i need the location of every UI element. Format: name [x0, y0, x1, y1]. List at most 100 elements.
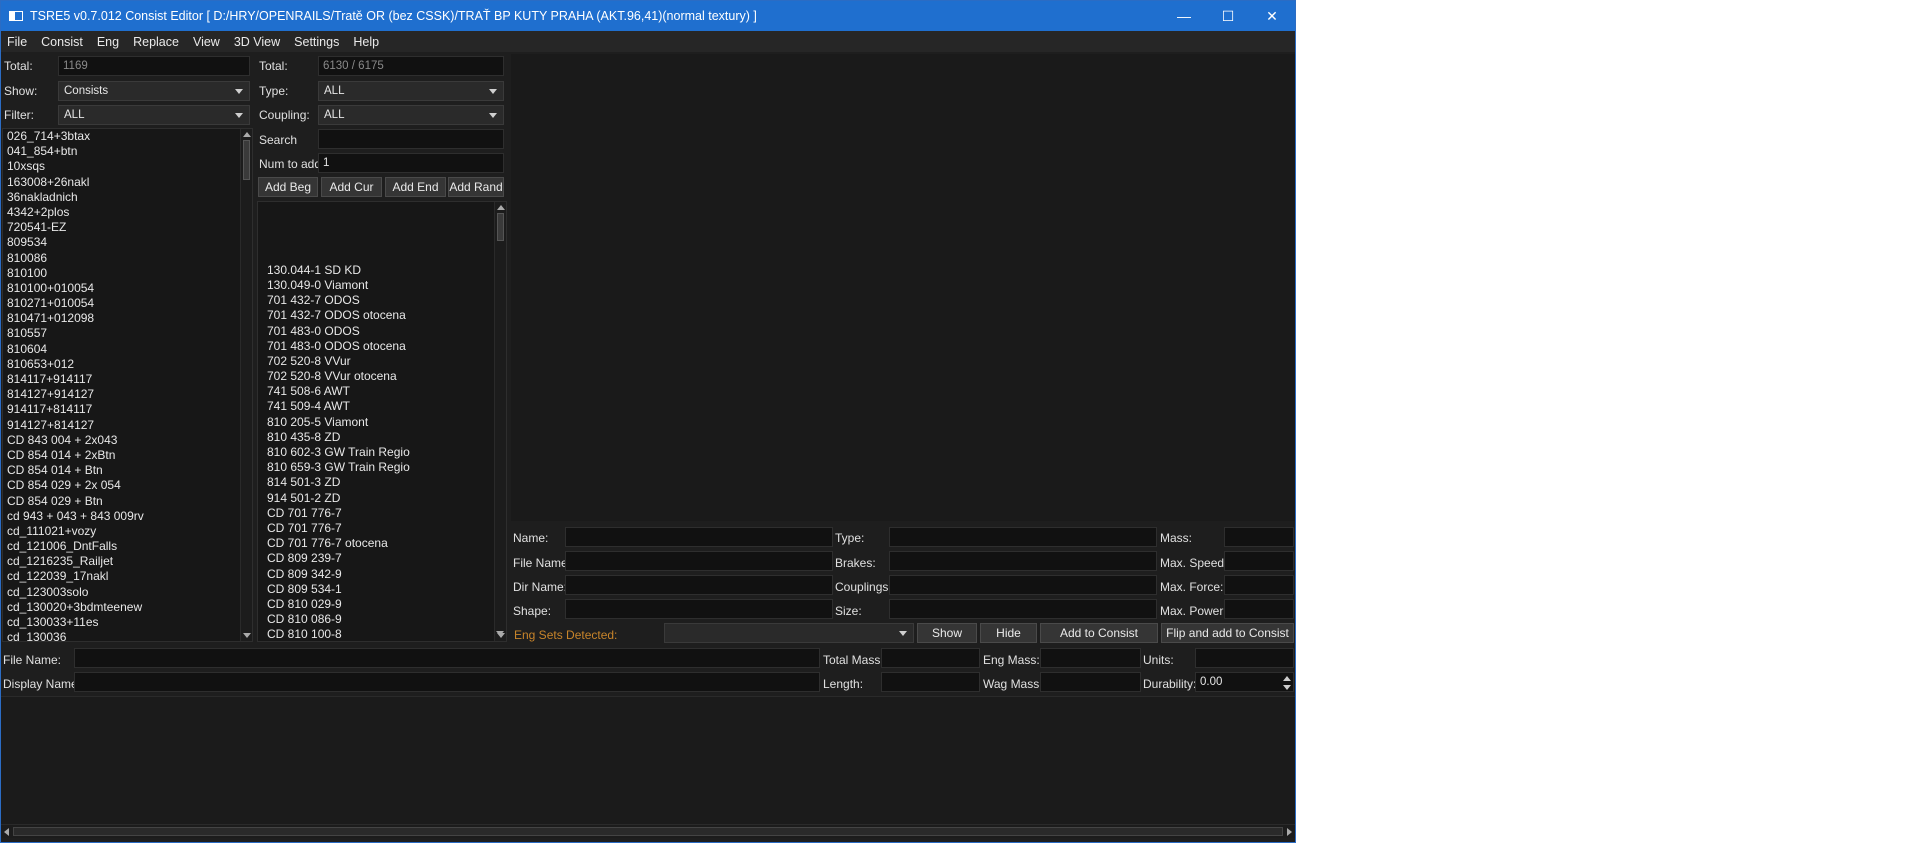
- consist-list-item[interactable]: 810100: [3, 266, 252, 281]
- scroll-up-icon[interactable]: [243, 132, 251, 137]
- add-rand-button[interactable]: Add Rand: [448, 177, 504, 197]
- eng-list-item[interactable]: CD 810 100-8: [263, 627, 506, 641]
- eng-list-item[interactable]: CD 701 776-7: [263, 506, 506, 521]
- eng-list-item[interactable]: 741 508-6 AWT: [263, 384, 506, 399]
- consist-list-item[interactable]: cd_121006_DntFalls: [3, 539, 252, 554]
- minimize-button[interactable]: —: [1161, 1, 1207, 31]
- consist-list-item[interactable]: 814127+914127: [3, 387, 252, 402]
- consist-list-item[interactable]: 914127+814127: [3, 418, 252, 433]
- scroll-down-icon[interactable]: [243, 633, 251, 638]
- eng-list-item[interactable]: CD 809 342-9: [263, 567, 506, 582]
- eng-list-item[interactable]: 810 205-5 Viamont: [263, 415, 506, 430]
- menu-replace[interactable]: Replace: [126, 35, 186, 49]
- scroll-left-icon[interactable]: [4, 828, 9, 836]
- consist-filename-field[interactable]: [74, 648, 820, 668]
- consist-list-item[interactable]: cd_130036: [3, 630, 252, 641]
- scroll-thumb[interactable]: [243, 140, 250, 180]
- eng-list-item[interactable]: [263, 248, 506, 263]
- search-input[interactable]: [318, 129, 504, 149]
- menu-eng[interactable]: Eng: [90, 35, 126, 49]
- list-scroll-down-icon[interactable]: [496, 631, 504, 636]
- 3d-preview-pane[interactable]: [511, 54, 1295, 521]
- eng-list-item[interactable]: 130.044-1 SD KD: [263, 263, 506, 278]
- eng-list-item[interactable]: [263, 202, 506, 217]
- consist-view-pane[interactable]: [1, 696, 1295, 824]
- eng-list-item[interactable]: 701 483-0 ODOS: [263, 324, 506, 339]
- scroll-up-icon[interactable]: [497, 205, 505, 210]
- consist-list-item[interactable]: 814117+914117: [3, 372, 252, 387]
- consist-view-hscrollbar[interactable]: [1, 824, 1295, 838]
- scroll-thumb[interactable]: [13, 827, 1283, 836]
- consist-list-item[interactable]: CD 854 014 + 2xBtn: [3, 448, 252, 463]
- title-bar[interactable]: TSRE5 v0.7.012 Consist Editor [ D:/HRY/O…: [1, 1, 1295, 31]
- eng-list-item[interactable]: 810 602-3 GW Train Regio: [263, 445, 506, 460]
- eng-list-item[interactable]: 810 659-3 GW Train Regio: [263, 460, 506, 475]
- maximize-button[interactable]: ☐: [1205, 1, 1251, 31]
- menu-consist[interactable]: Consist: [34, 35, 90, 49]
- close-button[interactable]: ✕: [1249, 1, 1295, 31]
- spin-arrows-icon[interactable]: [1281, 673, 1293, 691]
- eng-list-item[interactable]: 810 435-8 ZD: [263, 430, 506, 445]
- eng-list-item[interactable]: CD 809 239-7: [263, 551, 506, 566]
- coupling-dropdown[interactable]: ALL: [318, 105, 504, 125]
- eng-list-item[interactable]: 702 520-8 VVur: [263, 354, 506, 369]
- menu-3d-view[interactable]: 3D View: [227, 35, 287, 49]
- eng-list-item[interactable]: 914 501-2 ZD: [263, 491, 506, 506]
- consist-list-item[interactable]: 720541-EZ: [3, 220, 252, 235]
- consist-list[interactable]: 026_714+3btax 041_854+btn 10xsqs 163008+26n…: [2, 128, 253, 642]
- consist-list-item[interactable]: 4342+2plos: [3, 205, 252, 220]
- menu-file[interactable]: File: [1, 35, 34, 49]
- eng-list-item[interactable]: 701 432-7 ODOS otocena: [263, 308, 506, 323]
- consist-list-item[interactable]: 810100+010054: [3, 281, 252, 296]
- scroll-thumb[interactable]: [497, 213, 504, 241]
- eng-list-item[interactable]: CD 810 086-9: [263, 612, 506, 627]
- consist-list-item[interactable]: cd_130033+11es: [3, 615, 252, 630]
- consist-list-item[interactable]: 10xsqs: [3, 159, 252, 174]
- add-end-button[interactable]: Add End: [385, 177, 446, 197]
- consist-list-item[interactable]: 163008+26nakl: [3, 175, 252, 190]
- consist-list-item[interactable]: 914117+814117: [3, 402, 252, 417]
- eng-list-item[interactable]: [263, 232, 506, 247]
- consist-list-item[interactable]: cd_111021+vozy: [3, 524, 252, 539]
- consist-list-item[interactable]: CD 843 004 + 2x043: [3, 433, 252, 448]
- consist-list-item[interactable]: CD 854 029 + 2x 054: [3, 478, 252, 493]
- eng-list-item[interactable]: 741 509-4 AWT: [263, 399, 506, 414]
- consist-list-item[interactable]: 809534: [3, 235, 252, 250]
- eng-list-item[interactable]: [263, 217, 506, 232]
- menu-view[interactable]: View: [186, 35, 227, 49]
- consist-list-item[interactable]: cd_1216235_Railjet: [3, 554, 252, 569]
- display-name-field[interactable]: [74, 672, 820, 692]
- consist-list-item[interactable]: 810557: [3, 326, 252, 341]
- menu-help[interactable]: Help: [346, 35, 386, 49]
- eng-list-item[interactable]: 130.049-0 Viamont: [263, 278, 506, 293]
- add-beg-button[interactable]: Add Beg: [258, 177, 318, 197]
- consist-list-item[interactable]: 810471+012098: [3, 311, 252, 326]
- eng-list-scrollbar[interactable]: [494, 202, 506, 641]
- num-to-add-input[interactable]: 1: [318, 153, 504, 173]
- consist-list-item[interactable]: cd 943 + 043 + 843 009rv: [3, 509, 252, 524]
- eng-list[interactable]: 130.044-1 SD KD 130.049-0 Viamont 701 432-…: [257, 201, 507, 642]
- hide-button[interactable]: Hide: [980, 623, 1037, 643]
- menu-settings[interactable]: Settings: [287, 35, 346, 49]
- eng-list-item[interactable]: CD 810 029-9: [263, 597, 506, 612]
- consist-list-item[interactable]: 810653+012: [3, 357, 252, 372]
- consist-list-scrollbar[interactable]: [240, 129, 252, 641]
- consist-list-item[interactable]: 810086: [3, 251, 252, 266]
- consist-list-item[interactable]: 810604: [3, 342, 252, 357]
- consist-list-item[interactable]: 026_714+3btax: [3, 129, 252, 144]
- show-button[interactable]: Show: [917, 623, 977, 643]
- consist-list-item[interactable]: CD 854 014 + Btn: [3, 463, 252, 478]
- eng-list-item[interactable]: 702 520-8 VVur otocena: [263, 369, 506, 384]
- add-to-consist-button[interactable]: Add to Consist: [1040, 623, 1158, 643]
- flip-and-add-button[interactable]: Flip and add to Consist: [1161, 623, 1294, 643]
- eng-list-item[interactable]: 701 432-7 ODOS: [263, 293, 506, 308]
- eng-list-item[interactable]: CD 701 776-7: [263, 521, 506, 536]
- scroll-right-icon[interactable]: [1287, 828, 1292, 836]
- add-cur-button[interactable]: Add Cur: [321, 177, 382, 197]
- show-dropdown[interactable]: Consists: [58, 81, 250, 101]
- consist-list-item[interactable]: CD 854 029 + Btn: [3, 494, 252, 509]
- consist-list-item[interactable]: 810271+010054: [3, 296, 252, 311]
- consist-list-item[interactable]: 36nakladnich: [3, 190, 252, 205]
- eng-list-item[interactable]: 701 483-0 ODOS otocena: [263, 339, 506, 354]
- durability-spinbox[interactable]: 0.00: [1195, 672, 1294, 692]
